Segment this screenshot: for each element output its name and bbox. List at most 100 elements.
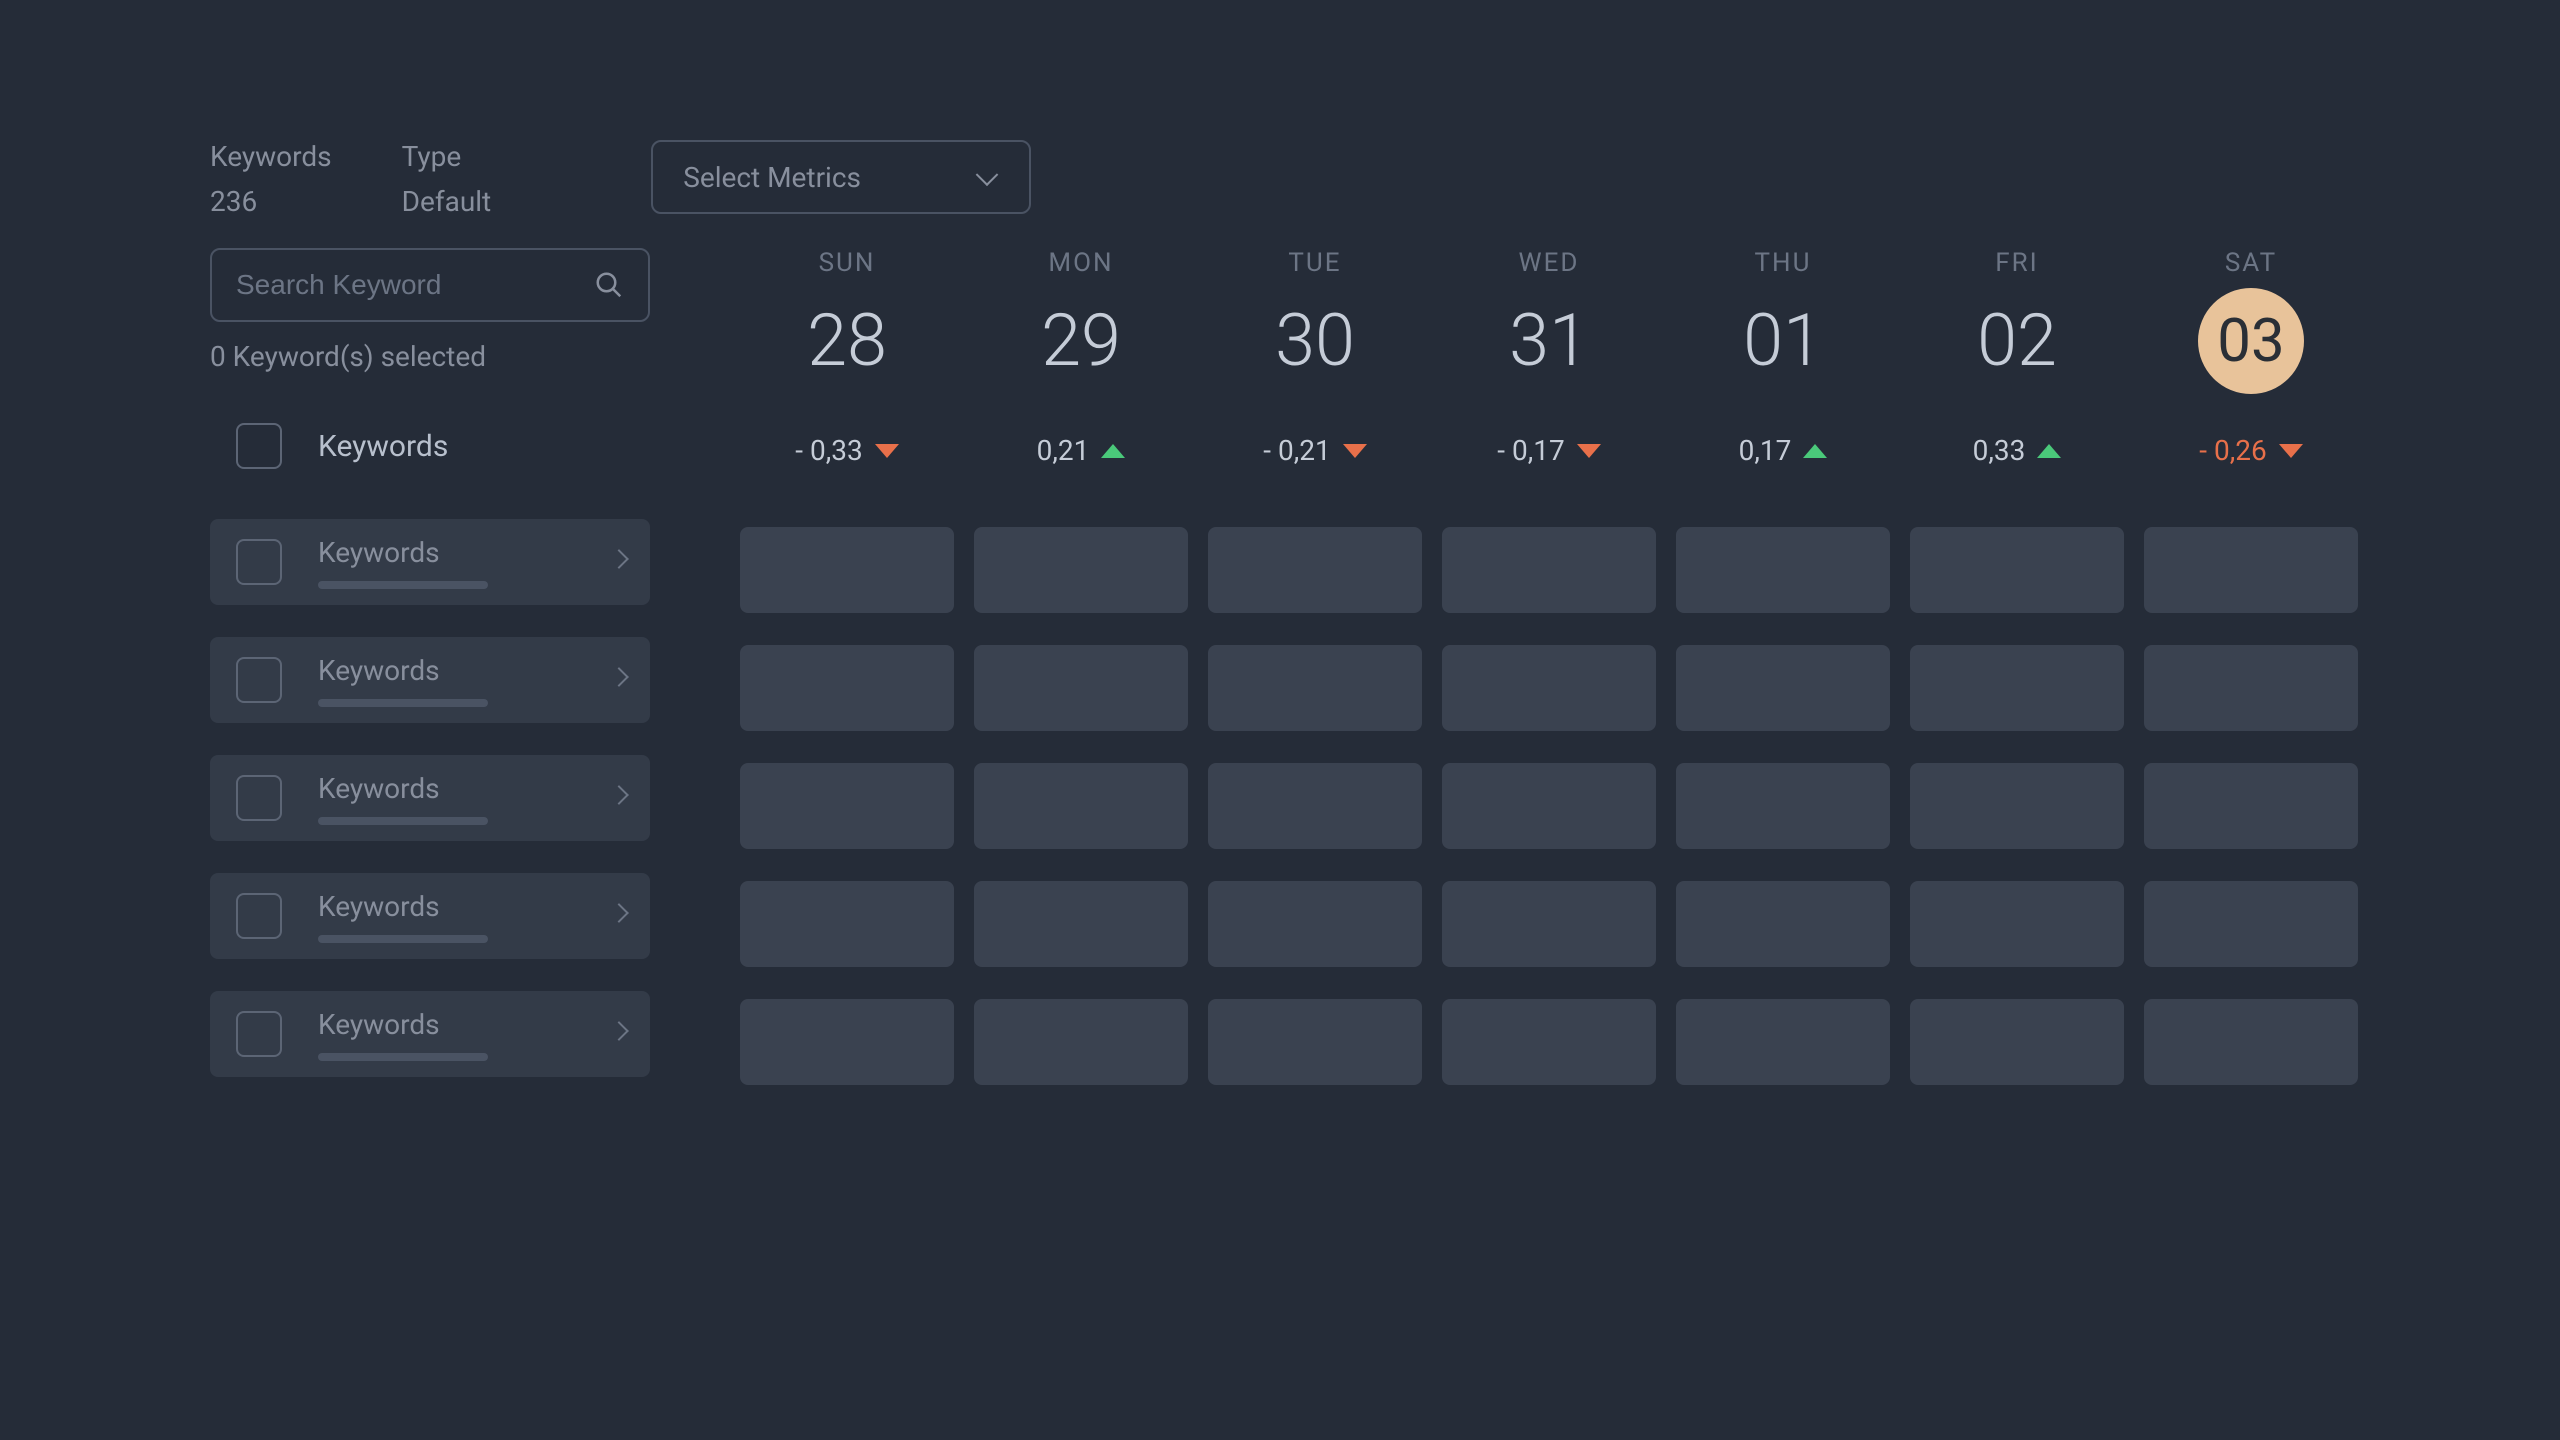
data-cell[interactable]: [1208, 645, 1422, 731]
keyword-bar: [318, 935, 488, 943]
day-column: TUE 30 - 0,21: [1208, 248, 1422, 467]
day-metric: - 0,21: [1263, 434, 1366, 467]
day-number: 03: [2198, 288, 2304, 394]
day-metric: 0,17: [1739, 434, 1828, 467]
data-cell[interactable]: [1910, 763, 2124, 849]
metric-value-text: 0,21: [1037, 434, 1090, 467]
data-cell[interactable]: [1910, 999, 2124, 1085]
day-column: MON 29 0,21: [974, 248, 1188, 467]
keyword-checkbox[interactable]: [236, 1011, 282, 1057]
keyword-row[interactable]: Keywords: [210, 755, 650, 841]
data-cell[interactable]: [740, 999, 954, 1085]
day-name: FRI: [1995, 248, 2038, 278]
data-cell[interactable]: [1208, 527, 1422, 613]
select-metrics-dropdown[interactable]: Select Metrics: [651, 140, 1031, 214]
chevron-right-icon: [612, 552, 624, 572]
chevron-right-icon: [612, 906, 624, 926]
data-cell[interactable]: [1676, 999, 1890, 1085]
data-cell[interactable]: [2144, 999, 2358, 1085]
trend-down-icon: [2279, 444, 2303, 458]
keyword-checkbox[interactable]: [236, 893, 282, 939]
data-cell[interactable]: [740, 527, 954, 613]
day-column: THU 01 0,17: [1676, 248, 1890, 467]
trend-down-icon: [1577, 444, 1601, 458]
keywords-info: Keywords 236: [210, 140, 332, 218]
keyword-content: Keywords: [318, 536, 576, 589]
metric-value-text: - 0,17: [1497, 434, 1564, 467]
day-number: 02: [1977, 288, 2057, 394]
data-cell[interactable]: [1442, 645, 1656, 731]
data-cell[interactable]: [1676, 763, 1890, 849]
chevron-down-icon: [979, 171, 999, 183]
day-metric: 0,21: [1037, 434, 1126, 467]
day-metric: 0,33: [1973, 434, 2062, 467]
data-cell[interactable]: [974, 763, 1188, 849]
data-cell[interactable]: [1208, 763, 1422, 849]
data-cell[interactable]: [974, 527, 1188, 613]
metric-value-text: - 0,26: [2199, 434, 2266, 467]
data-cell[interactable]: [1910, 527, 2124, 613]
keyword-row[interactable]: Keywords: [210, 991, 650, 1077]
data-cell[interactable]: [974, 999, 1188, 1085]
selected-count-text: 0 Keyword(s) selected: [210, 340, 650, 373]
chevron-right-icon: [612, 670, 624, 690]
day-name: SUN: [819, 248, 876, 278]
keyword-bar: [318, 581, 488, 589]
keyword-row[interactable]: Keywords: [210, 637, 650, 723]
keywords-column-header: Keywords: [318, 429, 448, 464]
keyword-bar: [318, 699, 488, 707]
keyword-row[interactable]: Keywords: [210, 519, 650, 605]
keyword-label: Keywords: [318, 654, 576, 687]
keywords-label: Keywords: [210, 140, 332, 173]
data-cell[interactable]: [974, 645, 1188, 731]
metric-value-text: 0,17: [1739, 434, 1792, 467]
data-cell[interactable]: [740, 763, 954, 849]
day-number: 31: [1509, 288, 1589, 394]
data-cell[interactable]: [1910, 645, 2124, 731]
data-cell[interactable]: [1442, 763, 1656, 849]
data-cell[interactable]: [740, 881, 954, 967]
keyword-content: Keywords: [318, 772, 576, 825]
day-column: FRI 02 0,33: [1910, 248, 2124, 467]
metric-value-text: - 0,33: [795, 434, 862, 467]
day-name: SAT: [2225, 248, 2277, 278]
data-cell[interactable]: [1442, 881, 1656, 967]
select-all-checkbox[interactable]: [236, 423, 282, 469]
keyword-bar: [318, 817, 488, 825]
data-cell[interactable]: [974, 881, 1188, 967]
trend-up-icon: [1803, 444, 1827, 458]
select-metrics-label: Select Metrics: [683, 161, 861, 194]
select-all-row: Keywords: [210, 423, 650, 469]
type-info: Type Default: [402, 140, 492, 218]
data-cell[interactable]: [2144, 645, 2358, 731]
keyword-content: Keywords: [318, 1008, 576, 1061]
data-cell[interactable]: [1676, 881, 1890, 967]
data-cell[interactable]: [740, 645, 954, 731]
data-cell[interactable]: [1676, 645, 1890, 731]
day-metric: - 0,26: [2199, 434, 2302, 467]
data-cell[interactable]: [1208, 881, 1422, 967]
data-cell[interactable]: [1442, 527, 1656, 613]
day-column: WED 31 - 0,17: [1442, 248, 1656, 467]
data-row: [740, 763, 2358, 849]
data-grid: [740, 527, 2358, 1085]
keyword-checkbox[interactable]: [236, 775, 282, 821]
trend-up-icon: [1101, 444, 1125, 458]
keyword-checkbox[interactable]: [236, 539, 282, 585]
metric-value-text: - 0,21: [1263, 434, 1330, 467]
data-cell[interactable]: [2144, 763, 2358, 849]
search-input[interactable]: [236, 269, 594, 301]
data-cell[interactable]: [2144, 881, 2358, 967]
data-cell[interactable]: [1676, 527, 1890, 613]
day-name: TUE: [1288, 248, 1341, 278]
data-cell[interactable]: [1910, 881, 2124, 967]
data-cell[interactable]: [1442, 999, 1656, 1085]
keyword-label: Keywords: [318, 1008, 576, 1041]
keyword-row[interactable]: Keywords: [210, 873, 650, 959]
keyword-checkbox[interactable]: [236, 657, 282, 703]
search-box[interactable]: [210, 248, 650, 322]
metric-value-text: 0,33: [1973, 434, 2026, 467]
day-name: WED: [1519, 248, 1580, 278]
data-cell[interactable]: [1208, 999, 1422, 1085]
data-cell[interactable]: [2144, 527, 2358, 613]
